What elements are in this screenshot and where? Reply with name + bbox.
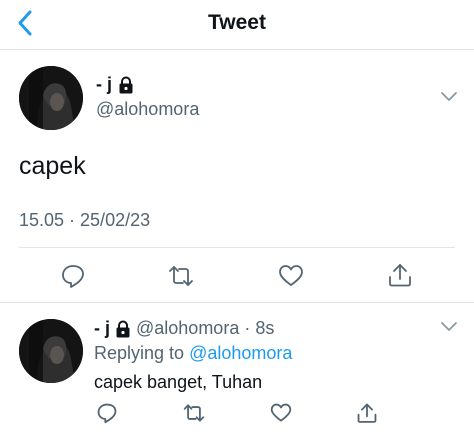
avatar[interactable]: [19, 66, 83, 130]
like-button[interactable]: [278, 263, 304, 289]
top-bar: Tweet: [0, 0, 474, 50]
author-handle[interactable]: @alohomora: [136, 318, 239, 339]
reply-author-row: - j @alohomora · 8s: [94, 318, 274, 339]
retweet-button[interactable]: [183, 402, 209, 428]
avatar-image: [19, 319, 83, 383]
author-name-row: - j: [96, 74, 134, 95]
separator-dot: ·: [244, 318, 251, 338]
reply-icon: [96, 402, 118, 424]
reply-text: capek banget, Tuhan: [94, 372, 263, 392]
reply-actions: [0, 402, 474, 426]
section-divider: [0, 302, 474, 303]
like-button[interactable]: [270, 402, 296, 428]
display-name[interactable]: - j: [96, 74, 112, 95]
chevron-down-icon[interactable]: [440, 321, 458, 333]
tweet-timestamp[interactable]: 15.05 · 25/02/23: [19, 210, 150, 231]
retweet-icon: [168, 263, 194, 289]
share-icon: [356, 402, 378, 424]
divider: [19, 247, 455, 248]
tweet-text: capek: [19, 152, 86, 180]
replying-to: Replying to @alohomora: [94, 343, 292, 364]
reply-tweet: - j @alohomora · 8s Replying to @alohomo…: [0, 304, 474, 434]
lock-icon: [119, 76, 133, 93]
like-icon: [270, 402, 292, 424]
lock-icon: [116, 320, 130, 337]
retweet-button[interactable]: [168, 263, 194, 289]
avatar-image: [19, 66, 83, 130]
tweet-actions: [0, 261, 474, 291]
reply-button[interactable]: [96, 402, 122, 428]
page-title: Tweet: [208, 11, 266, 34]
like-icon: [278, 263, 304, 289]
avatar[interactable]: [19, 319, 83, 383]
share-icon: [387, 262, 413, 288]
replying-handle-link[interactable]: @alohomora: [189, 343, 292, 363]
reply-button[interactable]: [60, 263, 86, 289]
display-name[interactable]: - j: [94, 318, 110, 339]
retweet-icon: [183, 402, 205, 424]
share-button[interactable]: [356, 402, 382, 428]
replying-prefix: Replying to: [94, 343, 185, 363]
author-handle[interactable]: @alohomora: [96, 99, 199, 120]
reply-icon: [60, 263, 86, 289]
relative-time[interactable]: 8s: [255, 318, 274, 339]
chevron-down-icon[interactable]: [440, 91, 458, 103]
share-button[interactable]: [387, 262, 413, 288]
